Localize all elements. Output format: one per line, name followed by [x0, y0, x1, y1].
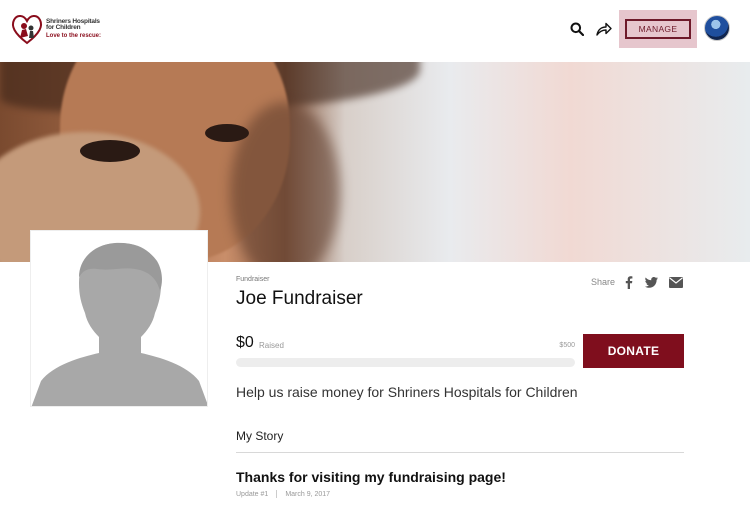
user-avatar[interactable]: [704, 15, 730, 41]
heart-logo-icon: [11, 15, 43, 45]
logo-line-2: for Children: [46, 24, 81, 32]
my-story-heading: My Story: [236, 429, 284, 443]
logo-tagline: Love to the rescue:: [46, 33, 102, 40]
update-meta: Update #1 March 9, 2017: [236, 490, 330, 498]
share-button[interactable]: [595, 20, 613, 38]
raised-amount: $0: [236, 334, 254, 351]
raised-label: Raised: [259, 341, 284, 350]
email-icon: [669, 276, 683, 288]
facebook-icon: [625, 275, 633, 289]
goal-amount: $500: [559, 342, 575, 349]
search-icon: [570, 22, 584, 36]
section-label: Fundraiser: [236, 276, 270, 283]
donate-button[interactable]: DONATE: [583, 334, 684, 368]
progress-bar: [236, 358, 575, 367]
story-divider: [236, 452, 684, 453]
share-arrow-icon: [596, 22, 612, 36]
person-silhouette-icon: [31, 242, 207, 406]
update-title: Thanks for visiting my fundraising page!: [236, 469, 506, 485]
shriners-logo[interactable]: Shriners Hospitals for Children Love to …: [10, 12, 101, 46]
manage-button-highlight: MANAGE: [619, 10, 697, 48]
logo-text: Shriners Hospitals for Children Love to …: [46, 18, 102, 40]
fundraiser-name: Joe Fundraiser: [236, 288, 363, 309]
facebook-share-button[interactable]: [622, 275, 636, 289]
manage-button[interactable]: MANAGE: [625, 19, 691, 39]
meta-separator: [276, 490, 278, 498]
twitter-icon: [644, 276, 658, 288]
search-button[interactable]: [568, 20, 586, 38]
top-navigation-bar: Shriners Hospitals for Children Love to …: [0, 0, 750, 62]
share-label: Share: [591, 277, 616, 287]
fundraiser-tagline: Help us raise money for Shriners Hospita…: [236, 384, 578, 400]
email-share-button[interactable]: [669, 275, 683, 289]
profile-photo-placeholder: [30, 230, 208, 407]
update-date: March 9, 2017: [285, 490, 331, 498]
update-number: Update #1: [236, 490, 269, 498]
twitter-share-button[interactable]: [644, 275, 658, 289]
